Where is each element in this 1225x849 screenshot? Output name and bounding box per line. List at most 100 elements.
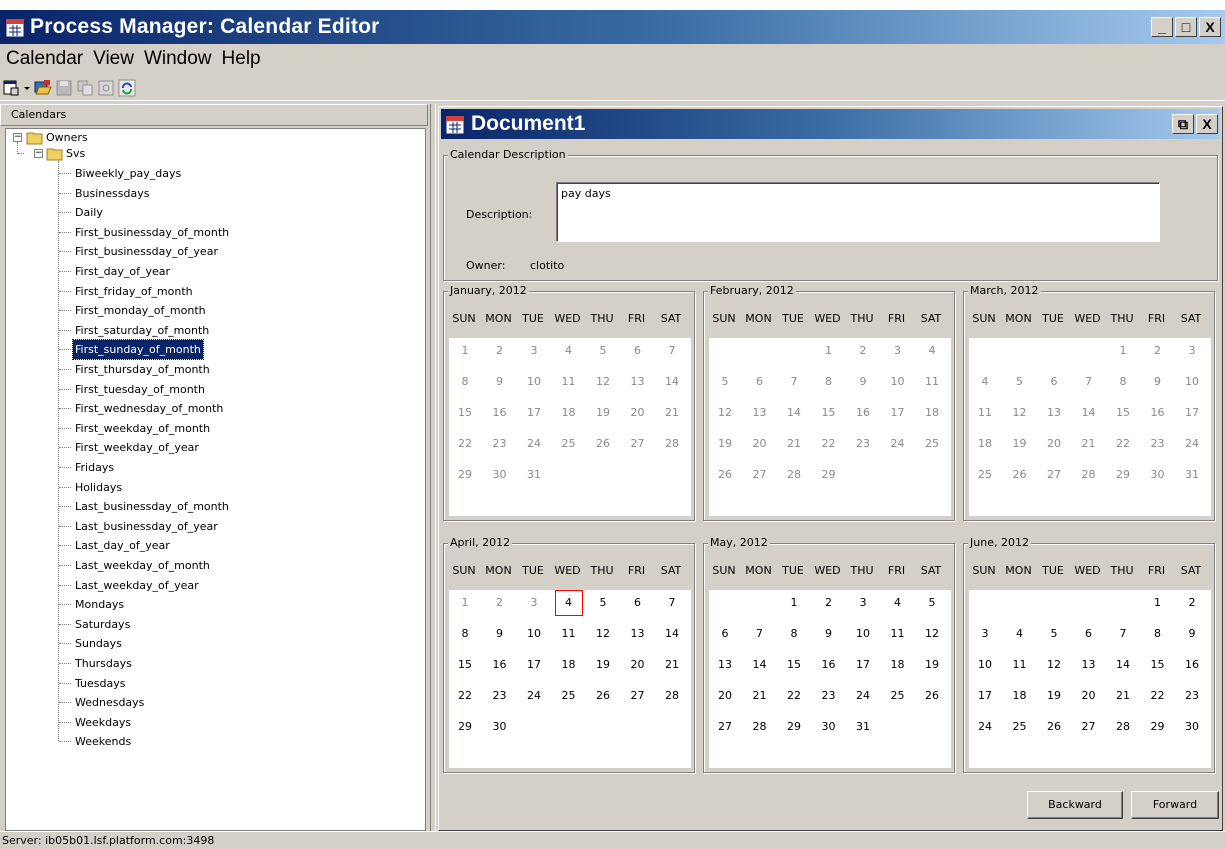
calendar-day[interactable]: 6 xyxy=(711,621,739,647)
calendar-day[interactable]: 13 xyxy=(1075,652,1103,678)
calendar-list-item[interactable]: First_tuesday_of_month xyxy=(73,380,207,400)
description-input[interactable]: pay days xyxy=(556,182,1160,242)
calendar-day[interactable]: 29 xyxy=(1144,714,1172,740)
calendar-list-item[interactable]: First_saturday_of_month xyxy=(73,321,211,341)
calendar-day[interactable]: 31 xyxy=(1178,462,1206,488)
calendar-day[interactable]: 18 xyxy=(555,400,583,426)
calendar-day[interactable]: 1 xyxy=(451,338,479,364)
calendar-day[interactable]: 20 xyxy=(711,683,739,709)
close-button[interactable]: X xyxy=(1199,17,1221,37)
calendar-list-item[interactable]: Biweekly_pay_days xyxy=(73,164,183,184)
calendar-day[interactable]: 14 xyxy=(1075,400,1103,426)
calendar-day[interactable]: 6 xyxy=(1075,621,1103,647)
calendar-day[interactable]: 22 xyxy=(1109,431,1137,457)
calendar-day[interactable]: 2 xyxy=(1144,338,1172,364)
calendar-list-item[interactable]: First_monday_of_month xyxy=(73,301,208,321)
calendar-day[interactable]: 10 xyxy=(849,621,877,647)
calendar-day[interactable]: 11 xyxy=(555,621,583,647)
calendar-day[interactable]: 24 xyxy=(971,714,999,740)
calendar-day[interactable]: 16 xyxy=(1178,652,1206,678)
calendar-day[interactable]: 14 xyxy=(1109,652,1137,678)
calendar-day[interactable]: 1 xyxy=(780,590,808,616)
calendar-day[interactable]: 12 xyxy=(589,621,617,647)
calendar-tree[interactable]: − Owners − Svs Biweekly_pay_days Business… xyxy=(5,128,426,831)
calendar-day[interactable]: 30 xyxy=(1178,714,1206,740)
calendar-day[interactable]: 16 xyxy=(486,652,514,678)
calendar-day[interactable]: 29 xyxy=(815,462,843,488)
calendar-day[interactable]: 11 xyxy=(1006,652,1034,678)
collapse-svs-icon[interactable]: − xyxy=(34,149,43,158)
calendar-list-item[interactable]: Daily xyxy=(73,203,105,223)
calendar-day[interactable]: 23 xyxy=(486,431,514,457)
calendar-day[interactable]: 16 xyxy=(486,400,514,426)
calendar-day[interactable]: 7 xyxy=(658,338,686,364)
calendar-day[interactable]: 19 xyxy=(918,652,946,678)
calendar-day[interactable]: 3 xyxy=(520,590,548,616)
calendar-list-item[interactable]: First_businessday_of_year xyxy=(73,242,220,262)
menu-help[interactable]: Help xyxy=(222,48,261,70)
calendar-day[interactable]: 18 xyxy=(971,431,999,457)
calendar-day[interactable]: 28 xyxy=(780,462,808,488)
calendar-day[interactable]: 9 xyxy=(849,369,877,395)
calendar-day[interactable]: 22 xyxy=(451,683,479,709)
calendar-list-item[interactable]: First_wednesday_of_month xyxy=(73,399,225,419)
calendar-day[interactable]: 22 xyxy=(780,683,808,709)
calendar-day[interactable]: 4 xyxy=(918,338,946,364)
tree-root-owners[interactable]: Owners xyxy=(46,130,88,146)
calendar-day[interactable]: 5 xyxy=(589,338,617,364)
calendar-day[interactable]: 2 xyxy=(849,338,877,364)
backward-button[interactable]: Backward xyxy=(1027,791,1123,819)
calendar-day[interactable]: 6 xyxy=(746,369,774,395)
calendar-day[interactable]: 3 xyxy=(849,590,877,616)
calendar-day[interactable]: 27 xyxy=(624,683,652,709)
calendar-day[interactable]: 10 xyxy=(971,652,999,678)
refresh-icon[interactable] xyxy=(118,79,136,97)
menu-window[interactable]: Window xyxy=(144,48,212,70)
calendar-day[interactable]: 26 xyxy=(711,462,739,488)
calendar-day[interactable]: 8 xyxy=(1144,621,1172,647)
calendar-day[interactable]: 23 xyxy=(1178,683,1206,709)
calendar-day[interactable]: 3 xyxy=(884,338,912,364)
calendar-day[interactable]: 26 xyxy=(918,683,946,709)
calendar-list-item[interactable]: First_sunday_of_month xyxy=(72,339,204,361)
open-icon[interactable] xyxy=(34,79,52,97)
calendar-list-item[interactable]: First_weekday_of_month xyxy=(73,419,212,439)
calendar-day[interactable]: 9 xyxy=(486,621,514,647)
calendar-day[interactable]: 19 xyxy=(1006,431,1034,457)
calendar-day[interactable]: 16 xyxy=(1144,400,1172,426)
calendar-day[interactable]: 18 xyxy=(1006,683,1034,709)
calendar-day[interactable]: 24 xyxy=(849,683,877,709)
calendar-day[interactable]: 20 xyxy=(624,652,652,678)
calendar-day[interactable]: 31 xyxy=(849,714,877,740)
calendar-day[interactable]: 4 xyxy=(1006,621,1034,647)
calendar-day[interactable]: 10 xyxy=(520,621,548,647)
calendar-day[interactable]: 24 xyxy=(1178,431,1206,457)
calendar-day[interactable]: 19 xyxy=(711,431,739,457)
calendar-day[interactable]: 30 xyxy=(1144,462,1172,488)
calendar-day[interactable]: 25 xyxy=(555,431,583,457)
calendar-day[interactable]: 27 xyxy=(1075,714,1103,740)
calendar-day[interactable]: 17 xyxy=(1178,400,1206,426)
calendar-day[interactable]: 31 xyxy=(520,462,548,488)
calendar-day[interactable]: 21 xyxy=(1109,683,1137,709)
calendar-list-item[interactable]: Last_businessday_of_month xyxy=(73,497,231,517)
calendar-day[interactable]: 6 xyxy=(1040,369,1068,395)
calendar-day[interactable]: 29 xyxy=(451,714,479,740)
calendar-day[interactable]: 5 xyxy=(711,369,739,395)
calendar-list-item[interactable]: Weekdays xyxy=(73,713,133,733)
calendar-day[interactable]: 12 xyxy=(589,369,617,395)
calendar-list-item[interactable]: Last_businessday_of_year xyxy=(73,517,220,537)
calendar-day[interactable]: 27 xyxy=(711,714,739,740)
calendar-list-item[interactable]: First_businessday_of_month xyxy=(73,223,231,243)
calendar-day[interactable]: 23 xyxy=(486,683,514,709)
calendar-day[interactable]: 16 xyxy=(815,652,843,678)
calendar-day[interactable]: 22 xyxy=(1144,683,1172,709)
calendar-list-item[interactable]: Businessdays xyxy=(73,184,151,204)
calendar-day[interactable]: 5 xyxy=(589,590,617,616)
calendar-list-item[interactable]: Wednesdays xyxy=(73,693,146,713)
calendar-day[interactable]: 4 xyxy=(554,590,583,616)
calendar-day[interactable]: 4 xyxy=(971,369,999,395)
calendar-day[interactable]: 4 xyxy=(555,338,583,364)
calendar-day[interactable]: 20 xyxy=(1075,683,1103,709)
calendar-day[interactable]: 23 xyxy=(1144,431,1172,457)
